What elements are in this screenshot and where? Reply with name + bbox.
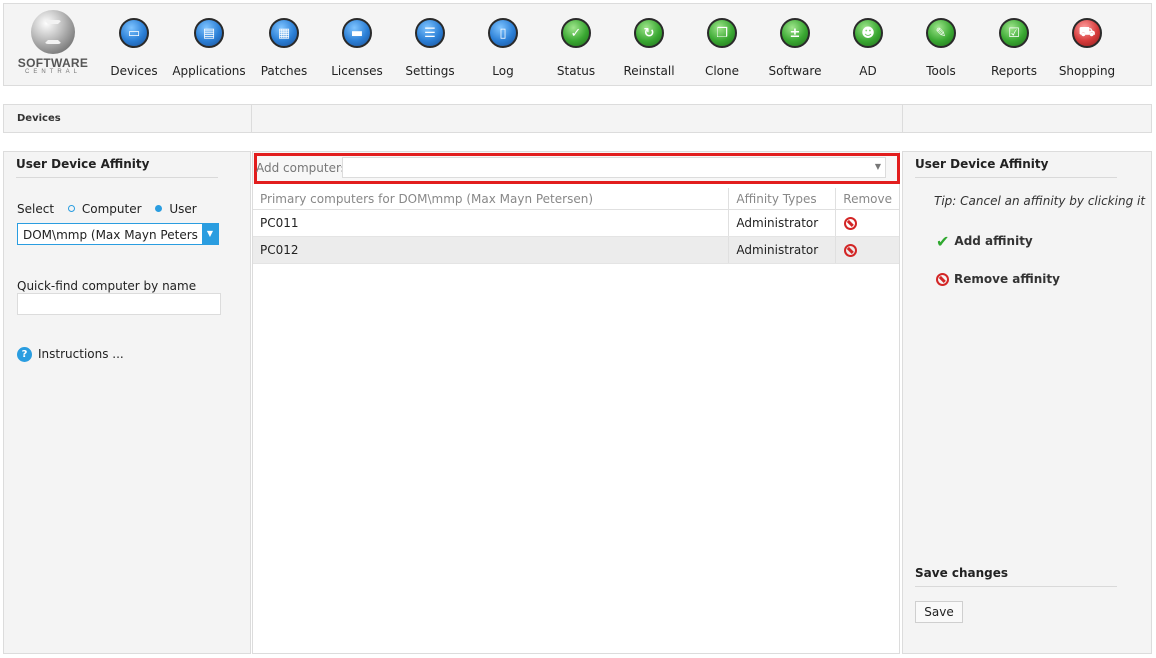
computers-table: Primary computers for DOM\mmp (Max Mayn …	[253, 188, 899, 264]
remove-icon	[936, 273, 949, 286]
nav-patches[interactable]: ▦ Patches	[248, 17, 320, 79]
nav-reports[interactable]: ☑ Reports	[978, 17, 1050, 79]
divider	[915, 177, 1117, 178]
center-panel: Add computers: ▼ Primary computers for D…	[252, 151, 900, 654]
logo-subtitle: CENTRAL	[24, 69, 81, 75]
remove-affinity-button[interactable]: Remove affinity	[936, 272, 1060, 286]
breadcrumb[interactable]: Devices	[17, 113, 61, 124]
save-changes-title: Save changes	[915, 566, 1009, 580]
nav-shopping[interactable]: ⛟ Shopping	[1051, 17, 1123, 79]
divider	[902, 105, 903, 132]
table-header: Primary computers for DOM\mmp (Max Mayn …	[253, 188, 899, 210]
status-check-icon: ✓	[561, 18, 591, 48]
breadcrumb-bar: Devices	[3, 104, 1152, 133]
nav-ad[interactable]: ☻ AD	[832, 17, 904, 79]
table-row[interactable]: PC012 Administrator	[253, 236, 899, 264]
add-computers-label: Add computers:	[256, 161, 352, 175]
software-icon: ±	[780, 18, 810, 48]
nav-settings[interactable]: ☰ Settings	[394, 17, 466, 79]
radio-user-label[interactable]: User	[169, 202, 196, 216]
chevron-down-icon[interactable]: ▼	[202, 224, 218, 244]
instructions-link[interactable]: ? Instructions ...	[17, 347, 124, 362]
right-panel: User Device Affinity Tip: Cancel an affi…	[902, 151, 1152, 654]
nav-licenses[interactable]: ▬ Licenses	[321, 17, 393, 79]
quickfind-label: Quick-find computer by name	[17, 279, 197, 293]
monitor-icon: ▭	[119, 18, 149, 48]
tools-icon: ✎	[926, 18, 956, 48]
nav-status[interactable]: ✓ Status	[540, 17, 612, 79]
nav-applications[interactable]: ▤ Applications	[172, 17, 246, 79]
divider	[915, 586, 1117, 587]
nav-label: Shopping	[1058, 64, 1116, 78]
add-affinity-button[interactable]: ✔ Add affinity	[936, 232, 1033, 251]
affinity-cell: Administrator	[728, 236, 836, 264]
log-icon: ▯	[488, 18, 518, 48]
save-button[interactable]: Save	[915, 601, 963, 623]
nav-log[interactable]: ▯ Log	[467, 17, 539, 79]
computer-cell: PC012	[253, 236, 729, 264]
applications-icon: ▤	[194, 18, 224, 48]
nav-devices[interactable]: ▭ Devices	[98, 17, 170, 79]
remove-icon[interactable]	[844, 244, 858, 257]
remove-affinity-label: Remove affinity	[954, 272, 1060, 286]
reports-icon: ☑	[999, 18, 1029, 48]
radio-user[interactable]	[155, 205, 163, 212]
tip-text: Tip: Cancel an affinity by clicking it	[934, 194, 1146, 208]
add-affinity-label: Add affinity	[954, 234, 1033, 248]
top-toolbar: SOFTWARE CENTRAL ▭ Devices ▤ Application…	[3, 3, 1152, 86]
column-primary[interactable]: Primary computers for DOM\mmp (Max Mayn …	[253, 188, 729, 210]
remove-cell	[835, 236, 899, 264]
nav-tools[interactable]: ✎ Tools	[905, 17, 977, 79]
help-icon: ?	[17, 347, 32, 362]
remove-cell	[835, 209, 899, 237]
clone-icon: ❐	[707, 18, 737, 48]
add-computers-input[interactable]: ▼	[342, 157, 886, 178]
select-mode-row: Select Computer User	[17, 202, 197, 216]
logo-title: SOFTWARE	[17, 56, 89, 70]
computer-cell: PC011	[253, 209, 729, 237]
column-affinity[interactable]: Affinity Types	[728, 188, 836, 210]
patches-icon: ▦	[269, 18, 299, 48]
check-icon: ✔	[936, 232, 950, 251]
quickfind-input[interactable]	[17, 293, 221, 315]
divider	[16, 177, 218, 178]
settings-icon: ☰	[415, 18, 445, 48]
radio-computer-label[interactable]: Computer	[82, 202, 142, 216]
shopping-cart-icon: ⛟	[1072, 18, 1102, 48]
software-central-logo[interactable]: SOFTWARE CENTRAL	[8, 10, 98, 80]
column-remove[interactable]: Remove	[835, 188, 899, 210]
panel-title: User Device Affinity	[915, 157, 1049, 171]
add-computers-bar: Add computers: ▼	[253, 152, 900, 184]
nav-software[interactable]: ± Software	[759, 17, 831, 79]
ad-users-icon: ☻	[853, 18, 883, 48]
nav-clone[interactable]: ❐ Clone	[686, 17, 758, 79]
logo-sphere-icon	[31, 10, 75, 54]
remove-icon[interactable]	[844, 217, 858, 230]
nav-reinstall[interactable]: ↻ Reinstall	[613, 17, 685, 79]
instructions-label: Instructions ...	[38, 347, 124, 361]
affinity-cell: Administrator	[728, 209, 836, 237]
chevron-down-icon[interactable]: ▼	[875, 162, 881, 171]
reinstall-icon: ↻	[634, 18, 664, 48]
radio-computer[interactable]	[67, 205, 75, 212]
user-dropdown-value: DOM\mmp (Max Mayn Petersen)	[23, 228, 198, 242]
licenses-icon: ▬	[342, 18, 372, 48]
table-row[interactable]: PC011 Administrator	[253, 209, 899, 237]
left-panel: User Device Affinity Select Computer Use…	[3, 151, 251, 654]
panel-title: User Device Affinity	[16, 157, 150, 171]
user-dropdown[interactable]: DOM\mmp (Max Mayn Petersen) ▼	[17, 223, 219, 245]
select-label: Select	[17, 202, 55, 216]
divider	[251, 105, 252, 132]
